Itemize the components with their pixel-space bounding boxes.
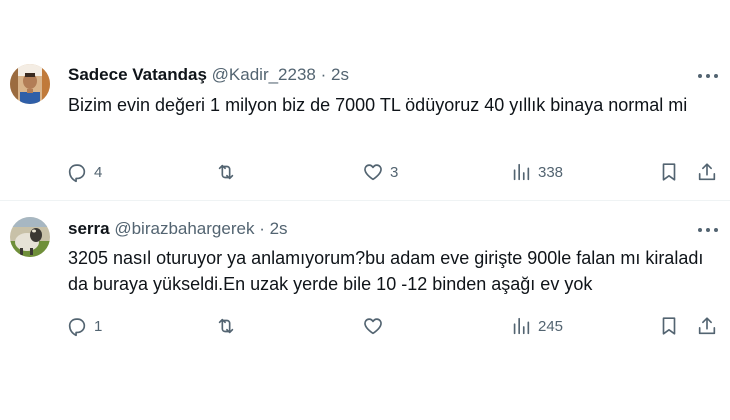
display-name[interactable]: serra <box>68 219 110 238</box>
share-button[interactable] <box>696 314 718 338</box>
tweet-text: 3205 nasıl oturuyor ya anlamıyorum?bu ad… <box>68 248 704 294</box>
retweet-button[interactable] <box>215 314 243 338</box>
reply-count: 4 <box>94 163 103 181</box>
tweet-actions: 1 245 <box>66 314 726 338</box>
heart-icon <box>364 318 382 335</box>
bookmark-icon <box>662 163 676 181</box>
bookmark-button[interactable] <box>658 160 680 184</box>
tweet-header: serra @birazbahargerek · 2s <box>68 219 288 239</box>
bookmark-icon <box>662 317 676 335</box>
bookmark-button[interactable] <box>658 314 680 338</box>
avatar-serra[interactable] <box>10 217 50 257</box>
share-button[interactable] <box>696 160 718 184</box>
timestamp[interactable]: 2s <box>270 219 288 238</box>
tweet-actions: 4 3 338 <box>66 160 726 184</box>
heart-icon <box>364 164 382 181</box>
views-chart-icon <box>513 163 530 181</box>
display-name[interactable]: Sadece Vatandaş <box>68 65 207 84</box>
reply-count: 1 <box>94 317 103 335</box>
tweet-header: Sadece Vatandaş @Kadir_2238 · 2s <box>68 65 349 85</box>
share-icon <box>698 317 716 335</box>
tweet-2[interactable]: serra @birazbahargerek · 2s 3205 nasıl o… <box>0 201 730 420</box>
views-chart-icon <box>513 317 530 335</box>
avatar-sadece-vatandas[interactable] <box>10 64 50 104</box>
handle[interactable]: @birazbahargerek <box>114 219 254 238</box>
separator: · <box>320 65 327 84</box>
reply-button[interactable]: 1 <box>66 314 102 338</box>
like-count: 3 <box>390 163 399 181</box>
tweet-1[interactable]: Sadece Vatandaş @Kadir_2238 · 2s Bizim e… <box>0 0 730 200</box>
handle[interactable]: @Kadir_2238 <box>212 65 316 84</box>
separator: · <box>259 219 265 238</box>
retweet-icon <box>218 318 234 334</box>
share-icon <box>698 163 716 181</box>
like-button[interactable] <box>362 314 390 338</box>
more-dots-icon[interactable] <box>698 66 718 86</box>
more-dots-icon[interactable] <box>698 220 718 240</box>
views-count: 245 <box>538 317 564 335</box>
reply-icon <box>68 164 86 183</box>
tweet-text: Bizim evin değeri 1 milyon biz de 7000 T… <box>68 95 688 115</box>
retweet-button[interactable] <box>215 160 243 184</box>
reply-button[interactable]: 4 <box>66 160 102 184</box>
reply-icon <box>68 318 86 337</box>
views-button[interactable]: 338 <box>510 160 563 184</box>
views-button[interactable]: 245 <box>510 314 563 338</box>
like-button[interactable]: 3 <box>362 160 398 184</box>
views-count: 338 <box>538 163 564 181</box>
timestamp[interactable]: 2s <box>331 65 349 84</box>
retweet-icon <box>218 164 234 180</box>
